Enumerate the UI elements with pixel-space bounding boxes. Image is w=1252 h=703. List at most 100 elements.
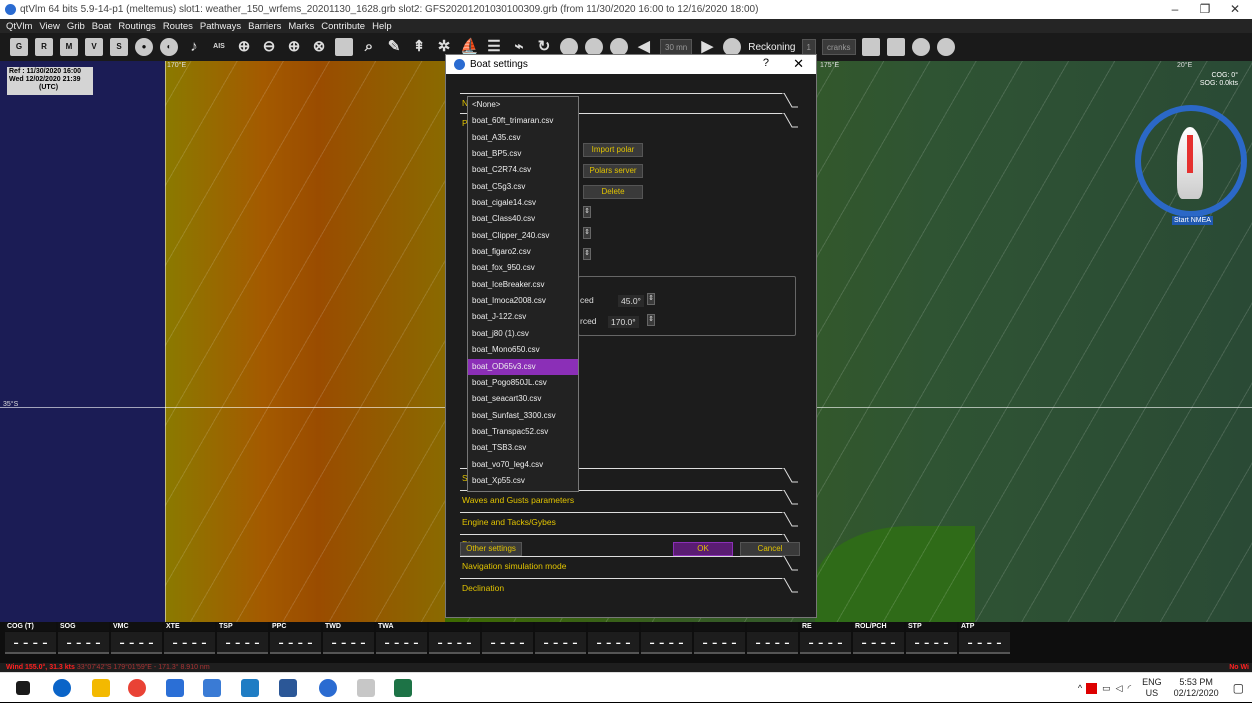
menu-help[interactable]: Help xyxy=(372,21,392,32)
menu-qtvlm[interactable]: QtVlm xyxy=(6,21,32,32)
instrument-panel[interactable]: ---- xyxy=(588,622,639,657)
windows-start-icon[interactable] xyxy=(16,681,30,695)
instrument-panel[interactable]: ---- xyxy=(747,622,798,657)
menu-marks[interactable]: Marks xyxy=(288,21,314,32)
polar-option[interactable]: boat_Mono650.csv xyxy=(468,342,578,358)
word-icon[interactable] xyxy=(279,679,297,697)
magnifier-icon[interactable]: ⌕ xyxy=(360,38,378,56)
polar-option[interactable]: boat_Pogo850JL.csv xyxy=(468,375,578,391)
select-area-icon[interactable] xyxy=(335,38,353,56)
polar-option[interactable]: boat_BP5.csv xyxy=(468,146,578,162)
polar-option[interactable]: boat_A35.csv xyxy=(468,130,578,146)
menu-boat[interactable]: Boat xyxy=(92,21,112,32)
menu-grib[interactable]: Grib xyxy=(67,21,85,32)
polar-option[interactable]: boat_Transpac52.csv xyxy=(468,424,578,440)
polar-option[interactable]: boat_Imoca2008.csv xyxy=(468,293,578,309)
time-step-select[interactable]: 30 mn xyxy=(660,39,693,55)
zoom-out-icon[interactable]: ⊖ xyxy=(260,38,278,56)
polar-option[interactable]: boat_OD65v3.csv xyxy=(468,358,578,375)
polar-option[interactable]: boat_C5g3.csv xyxy=(468,179,578,195)
network-icon[interactable]: ▭ xyxy=(1102,683,1111,694)
menu-barriers[interactable]: Barriers xyxy=(248,21,281,32)
java-icon[interactable] xyxy=(357,679,375,697)
record-icon[interactable]: ● xyxy=(135,38,153,56)
polar-option[interactable]: boat_Sunfast_3300.csv xyxy=(468,408,578,424)
cancel-button[interactable]: Cancel xyxy=(740,542,800,556)
app-icon-1[interactable] xyxy=(203,679,221,697)
import-polar-button[interactable]: Import polar xyxy=(583,143,643,157)
polar-option[interactable]: boat_Clipper_240.csv xyxy=(468,228,578,244)
instrument-panel[interactable]: PPC ---- xyxy=(270,622,321,657)
edge-browser-icon[interactable] xyxy=(53,679,71,697)
boat-compass[interactable] xyxy=(1133,105,1251,220)
close-window-button[interactable]: ✕ xyxy=(1220,0,1250,19)
angle2-spin-icon[interactable]: ⇕ xyxy=(647,314,655,326)
menu-routes[interactable]: Routes xyxy=(163,21,193,32)
angle1-spin-icon[interactable]: ⇕ xyxy=(647,293,655,305)
instrument-panel[interactable]: ---- xyxy=(482,622,533,657)
grib-r-button[interactable]: R xyxy=(35,38,53,56)
instrument-panel[interactable]: ---- xyxy=(429,622,480,657)
outlook-icon[interactable] xyxy=(166,679,184,697)
lifebuoy-icon[interactable] xyxy=(936,38,955,56)
excel-icon[interactable] xyxy=(394,679,412,697)
zoom-in-icon[interactable]: ⊕ xyxy=(235,38,253,56)
angle2-value[interactable]: 170.0° xyxy=(608,316,639,328)
instrument-panel[interactable]: TWA ---- xyxy=(376,622,427,657)
pencil-icon[interactable]: ✎ xyxy=(385,38,403,56)
dialog-help-button[interactable]: ? xyxy=(763,57,769,69)
angle1-value[interactable]: 45.0° xyxy=(618,295,644,307)
grib-v-button[interactable]: V xyxy=(85,38,103,56)
instrument-panel[interactable]: COG (T) ---- xyxy=(5,622,56,657)
polar-option[interactable]: boat_seacart30.csv xyxy=(468,391,578,407)
polar-option[interactable]: boat_60ft_trimaran.csv xyxy=(468,113,578,129)
ok-button[interactable]: OK xyxy=(673,542,733,556)
grib-g-button[interactable]: G xyxy=(10,38,28,56)
menu-view[interactable]: View xyxy=(39,21,59,32)
grib-s-button[interactable]: S xyxy=(110,38,128,56)
spinbox-2-arrows-icon[interactable]: ⇕ xyxy=(583,227,591,239)
instrument-panel[interactable]: ROL/PCH ---- xyxy=(853,622,904,657)
instrument-panel[interactable]: ---- xyxy=(641,622,692,657)
sound-icon[interactable]: ♪ xyxy=(185,38,203,56)
instrument-panel[interactable]: RE ---- xyxy=(800,622,851,657)
polar-option[interactable]: boat_cigale14.csv xyxy=(468,195,578,211)
clock[interactable]: 5:53 PM 02/12/2020 xyxy=(1174,677,1219,699)
instrument-panel[interactable]: TWD ---- xyxy=(323,622,374,657)
polar-option[interactable]: boat_C2R74.csv xyxy=(468,162,578,178)
reckoning-count[interactable]: 1 xyxy=(801,39,816,55)
file-explorer-icon[interactable] xyxy=(92,679,110,697)
menu-pathways[interactable]: Pathways xyxy=(200,21,241,32)
polar-option[interactable]: boat_Class40.csv xyxy=(468,211,578,227)
language-indicator[interactable]: ENG US xyxy=(1142,677,1162,699)
warning-icon[interactable] xyxy=(886,38,905,56)
menu-contribute[interactable]: Contribute xyxy=(321,21,365,32)
zoom-fit-icon[interactable]: ⊕ xyxy=(285,38,303,56)
menu-routings[interactable]: Routings xyxy=(118,21,156,32)
spinbox-3-arrows-icon[interactable]: ⇕ xyxy=(583,248,591,260)
tray-chevron-icon[interactable]: ^ xyxy=(1078,683,1082,693)
qtvlm-taskbar-icon[interactable] xyxy=(319,679,337,697)
grib-m-button[interactable]: M xyxy=(60,38,78,56)
ais-icon[interactable]: AIS xyxy=(210,38,228,56)
chrome-icon[interactable] xyxy=(128,679,146,697)
instrument-panel[interactable]: ---- xyxy=(694,622,745,657)
spinbox-1-arrows-icon[interactable]: ⇕ xyxy=(583,206,591,218)
wifi-icon[interactable]: ◜ xyxy=(1128,683,1132,694)
polar-file-dropdown-list[interactable]: <None> boat_60ft_trimaran.csv boat_A35.csv… xyxy=(467,96,579,492)
instrument-panel[interactable]: VMC ---- xyxy=(111,622,162,657)
notifications-icon[interactable]: ▢ xyxy=(1233,681,1244,695)
instrument-panel[interactable]: ---- xyxy=(535,622,586,657)
polars-server-button[interactable]: Polars server xyxy=(583,164,643,178)
polar-option[interactable]: boat_vo70_leg4.csv xyxy=(468,457,578,473)
instrument-panel[interactable]: TSP ---- xyxy=(217,622,268,657)
polar-option[interactable]: boat_Xp55.csv xyxy=(468,473,578,489)
instrument-panel[interactable]: SOG ---- xyxy=(58,622,109,657)
instrument-panel[interactable]: ATP ---- xyxy=(959,622,1010,657)
polar-option[interactable]: boat_fox_950.csv xyxy=(468,260,578,276)
delete-polar-button[interactable]: Delete xyxy=(583,185,643,199)
polar-option[interactable]: boat_figaro2.csv xyxy=(468,244,578,260)
section-navigation-sim[interactable]: Navigation simulation mode xyxy=(460,556,800,577)
volume-icon[interactable]: ◁ xyxy=(1116,683,1123,694)
tide-icon[interactable]: ◐ xyxy=(160,38,178,56)
